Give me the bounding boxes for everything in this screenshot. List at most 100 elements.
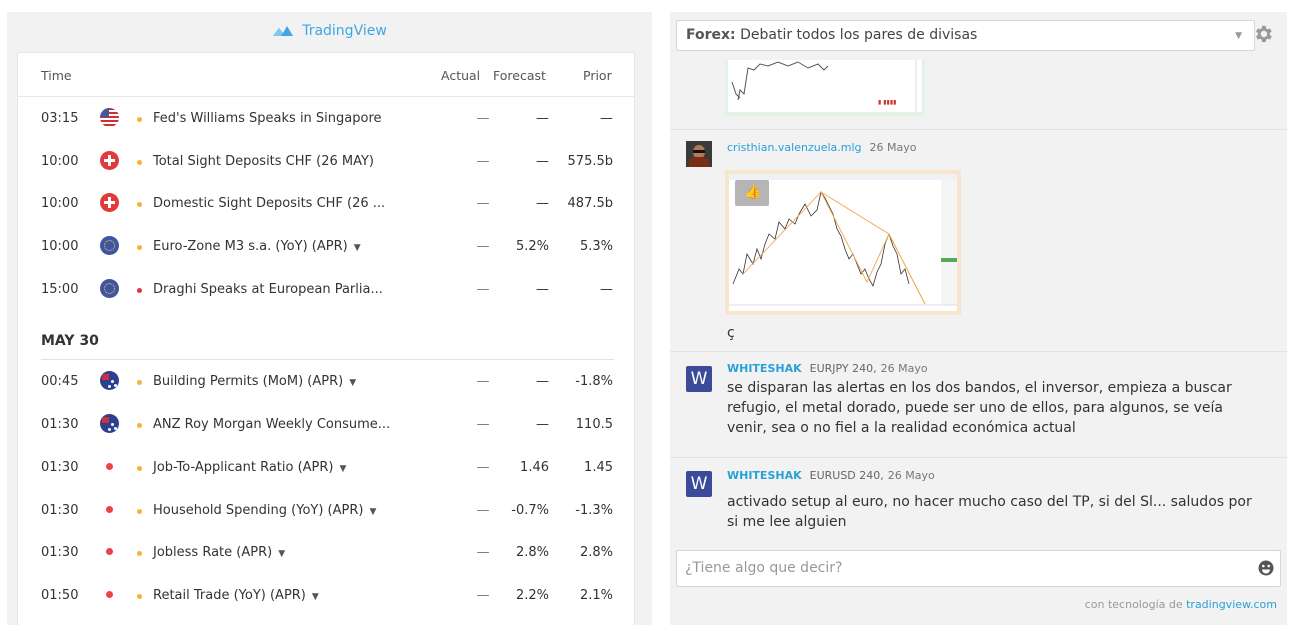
jp-flag-icon xyxy=(100,542,119,562)
ch-flag-icon xyxy=(100,150,119,170)
message-input[interactable]: ¿Tiene algo que decir? xyxy=(676,550,1281,587)
event-time: 01:50 xyxy=(41,587,79,603)
message-date: 26 Mayo xyxy=(887,469,935,482)
caret-down-icon[interactable]: ▼ xyxy=(312,592,319,602)
avatar[interactable] xyxy=(686,141,712,167)
message-date: 26 Mayo xyxy=(869,141,917,154)
event-forecast: 2.2% xyxy=(515,587,549,603)
event-title[interactable]: Total Sight Deposits CHF (26 MAY) xyxy=(153,154,374,169)
event-title[interactable]: ANZ Roy Morgan Weekly Consume... xyxy=(153,417,390,432)
chart-snapshot-thumbnail[interactable]: ▮ ▮▮▮▮ xyxy=(725,60,925,116)
avatar[interactable]: W xyxy=(686,366,712,392)
calendar-event-row[interactable]: 01:50 Retail Trade (YoY) (APR) ▼ — 2.2% 2.1% xyxy=(18,574,634,617)
event-title[interactable]: Domestic Sight Deposits CHF (26 ... xyxy=(153,196,385,211)
avatar[interactable]: W xyxy=(686,471,712,497)
calendar-event-row[interactable]: 10:00 Domestic Sight Deposits CHF (26 ...… xyxy=(18,182,634,225)
message-symbol[interactable]: EURJPY 240, xyxy=(810,362,877,375)
message-username[interactable]: WHITESHAK xyxy=(727,469,802,482)
event-forecast: — xyxy=(536,153,549,169)
event-time: 03:15 xyxy=(41,111,79,126)
gear-icon[interactable] xyxy=(1252,23,1274,45)
calendar-event-row[interactable]: 01:30 ANZ Roy Morgan Weekly Consume... — — 1… xyxy=(18,403,634,446)
event-title[interactable]: Jobless Rate (APR) xyxy=(153,545,272,560)
au-flag-icon xyxy=(100,371,119,391)
eu-flag-icon xyxy=(100,278,119,298)
event-time: 01:30 xyxy=(41,502,79,518)
event-forecast: — xyxy=(536,417,549,433)
event-actual: — xyxy=(476,111,490,126)
ch-flag-icon xyxy=(100,193,119,213)
calendar-event-row[interactable]: 01:30 Household Spending (YoY) (APR) ▼ — -0.… xyxy=(18,489,634,532)
event-prior: 487.5b xyxy=(567,196,613,212)
calendar-event-row[interactable]: 03:15 Fed's Williams Speaks in Singapore —… xyxy=(18,97,634,140)
col-time-header[interactable]: Time xyxy=(41,68,72,83)
tradingview-logo-icon xyxy=(273,26,294,36)
footer-prefix: con tecnología de xyxy=(1084,598,1183,611)
calendar-event-row[interactable]: 00:45 Building Permits (MoM) (APR) ▼ — — -1.8… xyxy=(18,360,634,403)
eu-flag-icon xyxy=(100,236,119,256)
event-title[interactable]: Euro-Zone M3 s.a. (YoY) (APR) xyxy=(153,239,348,254)
caret-down-icon[interactable]: ▼ xyxy=(349,378,356,388)
message-username[interactable]: cristhian.valenzuela.mlg xyxy=(727,141,862,154)
message-input-placeholder: ¿Tiene algo que decir? xyxy=(685,560,843,576)
like-button[interactable]: 👍 xyxy=(735,180,769,206)
calendar-event-row[interactable]: 10:00 Total Sight Deposits CHF (26 MAY) — —… xyxy=(18,140,634,183)
jp-flag-icon xyxy=(100,584,119,604)
caret-down-icon[interactable]: ▼ xyxy=(340,464,347,474)
event-time: 01:30 xyxy=(41,459,79,475)
importance-dot-icon xyxy=(137,465,142,471)
importance-dot-icon xyxy=(137,159,142,165)
chat-message: W WHITESHAK EURUSD 240, 26 Mayo activado s… xyxy=(670,457,1287,547)
calendar-event-row[interactable]: 15:00 Draghi Speaks at European Parlia...… xyxy=(18,268,634,311)
message-date: 26 Mayo xyxy=(880,362,928,375)
event-title[interactable]: Draghi Speaks at European Parlia... xyxy=(153,282,383,297)
event-prior: — xyxy=(600,111,613,126)
event-time: 00:45 xyxy=(41,374,79,390)
chat-message: W WHITESHAK EURJPY 240, 26 Mayo se dispara… xyxy=(670,351,1287,458)
message-text: ç xyxy=(727,325,735,341)
jp-flag-icon xyxy=(100,456,119,476)
chart-snapshot-thumbnail[interactable]: 👍 xyxy=(725,170,961,315)
powered-by-footer: con tecnología de tradingview.com xyxy=(1085,598,1277,611)
event-actual: — xyxy=(476,239,490,255)
event-time: 10:00 xyxy=(41,153,79,169)
caret-down-icon[interactable]: ▼ xyxy=(369,507,376,517)
message-text: se disparan las alertas en los dos bando… xyxy=(727,380,1232,436)
event-title[interactable]: Job-To-Applicant Ratio (APR) xyxy=(153,460,334,475)
event-title[interactable]: Retail Trade (YoY) (APR) xyxy=(153,588,306,603)
calendar-event-row[interactable]: 01:30 Jobless Rate (APR) ▼ — 2.8% 2.8% xyxy=(18,531,634,574)
col-forecast-header[interactable]: Forecast xyxy=(493,68,546,83)
chat-feed[interactable]: ▮ ▮▮▮▮ cristhian.valenzuela.mlg 26 Mayo xyxy=(670,60,1287,547)
importance-dot-icon xyxy=(137,245,142,251)
importance-dot-icon xyxy=(137,117,142,122)
message-username[interactable]: WHITESHAK xyxy=(727,362,802,375)
event-time: 15:00 xyxy=(41,281,79,297)
event-prior: — xyxy=(600,281,613,297)
importance-dot-icon xyxy=(137,593,142,599)
event-title[interactable]: Building Permits (MoM) (APR) xyxy=(153,374,343,389)
room-selector[interactable]: Forex: Debatir todos los pares de divisa… xyxy=(676,20,1255,51)
caret-down-icon[interactable]: ▼ xyxy=(354,243,361,253)
footer-link[interactable]: tradingview.com xyxy=(1186,598,1277,611)
importance-dot-icon xyxy=(137,380,142,386)
calendar-event-row[interactable]: 01:30 Job-To-Applicant Ratio (APR) ▼ — 1.46 1… xyxy=(18,446,634,489)
event-title[interactable]: Household Spending (YoY) (APR) xyxy=(153,503,363,518)
event-forecast: -0.7% xyxy=(511,502,549,518)
event-forecast: — xyxy=(536,111,549,126)
chevron-down-icon: ▼ xyxy=(1235,31,1242,41)
event-prior: -1.3% xyxy=(575,502,613,518)
event-prior: -1.8% xyxy=(575,374,613,390)
col-actual-header[interactable]: Actual xyxy=(441,68,480,83)
event-actual: — xyxy=(476,417,490,433)
event-forecast: 5.2% xyxy=(515,239,549,255)
caret-down-icon[interactable]: ▼ xyxy=(278,549,285,559)
col-prior-header[interactable]: Prior xyxy=(583,68,612,83)
event-title[interactable]: Fed's Williams Speaks in Singapore xyxy=(153,111,382,126)
event-time: 01:30 xyxy=(41,417,79,433)
calendar-event-row[interactable]: 10:00 Euro-Zone M3 s.a. (YoY) (APR) ▼ — 5.2%… xyxy=(18,225,634,268)
message-symbol[interactable]: EURUSD 240, xyxy=(810,469,884,482)
importance-dot-icon xyxy=(137,508,142,514)
event-actual: — xyxy=(476,374,490,390)
tradingview-brand[interactable]: TradingView xyxy=(7,12,652,50)
emoji-icon[interactable] xyxy=(1258,560,1274,576)
